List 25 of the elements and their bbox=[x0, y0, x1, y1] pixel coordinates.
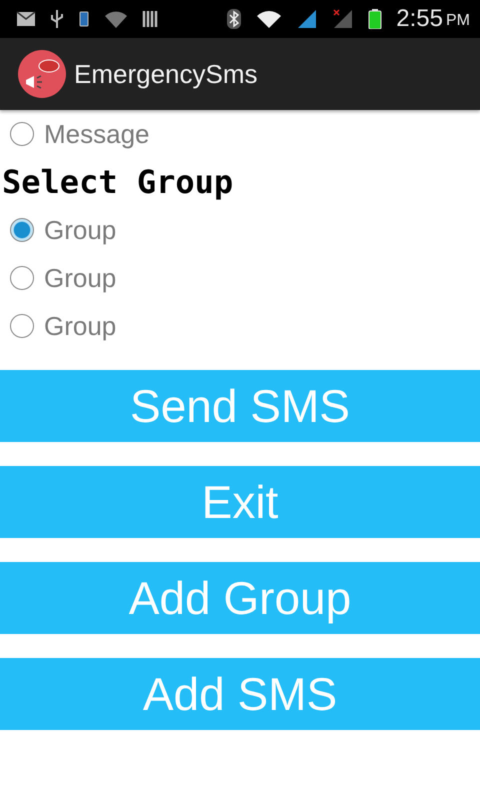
action-button[interactable]: Send SMS bbox=[0, 370, 480, 442]
radio-button[interactable] bbox=[10, 314, 34, 338]
section-heading: Select Group bbox=[1, 162, 234, 203]
wifi-icon bbox=[104, 9, 128, 29]
bluetooth-icon bbox=[226, 9, 242, 29]
radio-label[interactable]: Group bbox=[44, 310, 116, 342]
radio-button[interactable] bbox=[10, 122, 34, 146]
action-button[interactable]: Add Group bbox=[0, 562, 480, 634]
app-logo-icon bbox=[18, 50, 66, 98]
signal-icon bbox=[332, 9, 354, 29]
radio-label[interactable]: Message bbox=[44, 118, 150, 150]
radio-button[interactable] bbox=[10, 218, 34, 242]
clock-period: PM bbox=[446, 12, 470, 30]
battery-icon bbox=[368, 9, 382, 29]
signal-icon bbox=[296, 9, 318, 29]
action-button[interactable]: Add SMS bbox=[0, 658, 480, 730]
radio-label[interactable]: Group bbox=[44, 262, 116, 294]
clock-time: 2:55 bbox=[396, 5, 443, 33]
wifi-icon bbox=[256, 9, 282, 29]
radio-label[interactable]: Group bbox=[44, 214, 116, 246]
mail-icon bbox=[16, 9, 36, 29]
radio-button[interactable] bbox=[10, 266, 34, 290]
app-title: EmergencySms bbox=[74, 58, 258, 90]
action-button[interactable]: Exit bbox=[0, 466, 480, 538]
phone-icon bbox=[78, 9, 90, 29]
